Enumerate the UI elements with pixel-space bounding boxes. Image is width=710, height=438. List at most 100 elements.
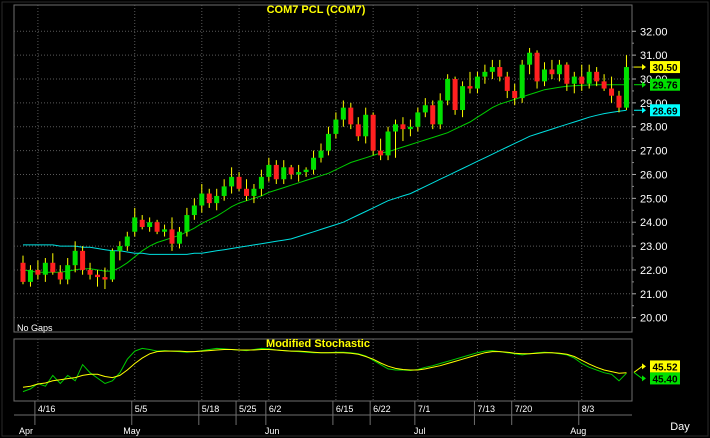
candle-body [318,150,324,158]
candle-body [35,269,41,275]
candle-body [340,107,346,120]
candle-body [236,176,242,189]
date-label: 8/3 [582,404,595,414]
candle-body [437,100,443,125]
candle-body [452,78,458,111]
candle-body [132,217,138,232]
candle-body [355,124,361,137]
candle-body [333,119,339,134]
candle-body [169,229,175,244]
candle-body [601,81,607,89]
candle-body [556,64,562,75]
candle-body [623,67,629,108]
y-tick-label: 28.00 [640,122,668,134]
candle-body [80,250,86,270]
last-value-label: 29.76 [652,81,677,92]
month-label: Aug [570,426,586,436]
candle-body [214,195,220,204]
y-tick-label: 27.00 [640,146,668,158]
y-tick-label: 24.00 [640,217,668,229]
last-value-label: 28.69 [652,106,677,117]
candle-body [564,64,570,84]
candle-body [57,272,63,280]
candle-body [50,262,56,273]
last-value-label: 45.52 [652,362,677,373]
candle-body [407,126,413,130]
candle-body [184,215,190,232]
candle-body [348,107,354,125]
candle-body [489,67,495,72]
candle-body [430,105,436,125]
price-chart-title: COM7 PCL (COM7) [267,4,366,16]
candle-body [162,229,168,232]
candle-body [445,78,451,101]
month-label: Jul [414,426,426,436]
month-label: May [123,426,141,436]
candle-body [199,193,205,206]
candle-body [482,71,488,77]
candle-body [378,150,384,156]
candle-body [467,86,473,89]
candle-body [139,219,145,227]
candle-body [504,76,510,91]
candle-body [296,172,302,175]
y-tick-label: 22.00 [640,265,668,277]
candle-body [42,262,48,275]
candle-body [579,76,585,84]
candle-body [325,133,331,151]
candle-body [534,52,540,82]
y-tick-label: 32.00 [640,26,668,38]
candle-body [273,164,279,180]
date-label: 6/22 [373,404,391,414]
candle-body [609,88,615,96]
candle-body [363,114,369,137]
candle-body [251,188,257,196]
candle-body [109,250,115,280]
candle-body [594,71,600,82]
candle-body [266,164,272,177]
candle-body [415,112,421,127]
candle-body [303,169,309,173]
candle-body [244,188,249,196]
candle-body [27,269,33,282]
y-tick-label: 20.00 [640,313,668,325]
date-label: 7/13 [477,404,495,414]
candle-body [542,69,547,82]
date-label: 7/20 [515,404,533,414]
date-label: 4/16 [38,404,56,414]
candle-body [72,250,78,266]
candle-body [206,193,212,204]
candle-body [393,124,398,132]
candle-body [571,76,577,84]
candle-body [258,176,264,189]
candle-body [512,90,518,99]
candle-body [124,236,130,247]
candle-body [281,167,287,180]
candle-body [311,157,317,170]
candle-body [288,167,294,175]
candle-body [616,95,622,108]
date-label: 6/15 [336,404,354,414]
candle-body [95,274,100,278]
candle-body [176,231,182,244]
candle-body [117,246,123,251]
date-label: 6/2 [269,404,282,414]
candle-body [460,86,466,111]
date-label: 5/5 [135,404,148,414]
candle-body [422,105,428,113]
no-gaps-annotation: No Gaps [17,323,53,333]
date-label: 5/25 [239,404,257,414]
date-label: 7/1 [418,404,431,414]
candle-body [65,265,71,280]
candle-body [87,269,93,275]
last-value-label: 30.50 [652,63,677,74]
candle-body [549,69,555,75]
candle-body [400,124,406,130]
month-label: Apr [19,426,33,436]
y-tick-label: 25.00 [640,193,668,205]
candle-body [497,67,503,77]
candle-body [385,131,391,156]
candle-body [527,52,533,65]
chart-canvas: 20.00 21.00 22.00 23.00 24.00 25.00 26.00 27.00… [0,0,710,438]
date-label: 5/18 [202,404,220,414]
